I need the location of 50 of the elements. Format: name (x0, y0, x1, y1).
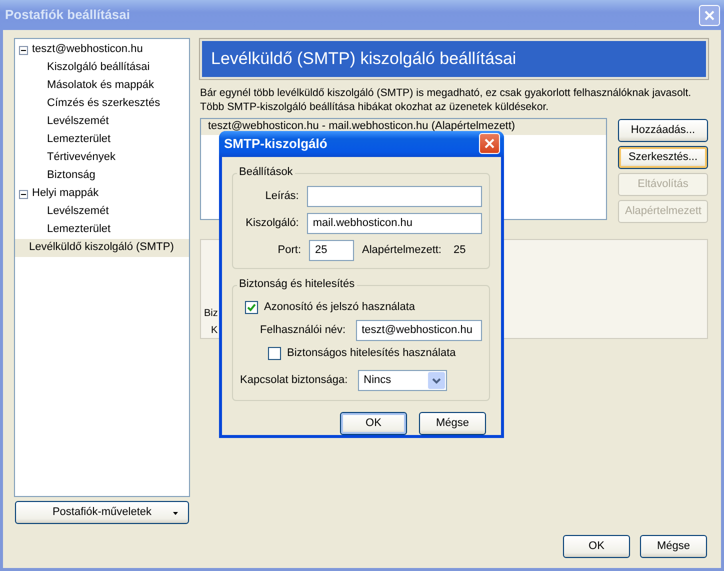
tree-item[interactable]: Levélszemét (15, 113, 189, 131)
tree-item[interactable]: Címzés és szerkesztés (15, 95, 189, 113)
tree-item[interactable]: Helyi mappák (15, 185, 189, 203)
field-label: Kiszolgáló: (244, 216, 299, 230)
dialog-button[interactable]: Mégse (640, 535, 707, 558)
input-field[interactable]: teszt@webhosticon.hu (356, 320, 482, 341)
default-port-label: Alapértelmezett: (362, 244, 442, 257)
dialog-button[interactable]: OK (563, 535, 630, 558)
details-text: K (211, 325, 218, 337)
close-icon (484, 138, 495, 150)
default-port-value: 25 (453, 244, 466, 257)
tree-item[interactable]: Biztonság (15, 167, 189, 185)
description-text: Bár egynél több levélküldő kiszolgáló (SMTP) is megadható, ez csak gyakorlott felhasználóknak javasolt. (200, 86, 692, 100)
checkbox-label: Biztonságos hitelesítés használata (287, 346, 456, 360)
checkbox[interactable] (268, 346, 281, 360)
close-button[interactable] (479, 133, 500, 154)
tree-item[interactable]: Levélszemét (15, 203, 189, 221)
tree-item[interactable]: Tértivevények (15, 149, 189, 167)
tree-item[interactable]: Kiszolgáló beállításai (15, 59, 189, 77)
input-field[interactable] (306, 186, 482, 207)
collapse-icon[interactable] (19, 190, 28, 198)
chevron-down-icon (432, 378, 441, 384)
description-text: Több SMTP-kiszolgáló beállítása hibákat okozhat az üzenetek küldésekor. (200, 100, 550, 114)
close-icon (704, 10, 715, 20)
field-label: Leírás: (264, 190, 299, 203)
server-button[interactable]: Szerkesztés... (618, 146, 708, 169)
tree-item[interactable]: teszt@webhosticon.hu (15, 41, 189, 59)
caret-icon (173, 512, 178, 515)
window-title: Postafiók beállításai (5, 7, 130, 23)
details-text: Biz (204, 308, 218, 320)
collapse-icon[interactable] (19, 46, 28, 54)
dialog-button[interactable]: OK (340, 412, 407, 435)
input-field[interactable]: 25 (309, 240, 354, 261)
tree-item[interactable]: Lemezterület (15, 131, 189, 149)
tree-item[interactable]: Levélküldő kiszolgáló (SMTP) (15, 239, 189, 257)
checkbox[interactable] (245, 300, 258, 314)
server-button[interactable]: Hozzáadás... (618, 119, 708, 142)
account-actions-button[interactable]: Postafiók-műveletek (15, 501, 189, 524)
group-title: Biztonság és hitelesítés (237, 278, 357, 291)
window-title: SMTP-kiszolgáló (224, 136, 328, 152)
field-label: Felhasználói név: (260, 324, 346, 337)
dialog-button[interactable]: Mégse (419, 412, 486, 435)
tree-item[interactable]: Lemezterület (15, 221, 189, 239)
panel-heading: Levélküldő (SMTP) kiszolgáló beállításai (200, 39, 708, 79)
dropdown[interactable]: Nincs (358, 370, 447, 391)
field-label: Kapcsolat biztonsága: (240, 374, 348, 388)
field-label: Port: (276, 244, 301, 257)
input-field[interactable]: mail.webhosticon.hu (306, 212, 482, 234)
tree-item[interactable]: Másolatok és mappák (15, 77, 189, 95)
checkbox-label: Azonosító és jelszó használata (264, 300, 416, 314)
